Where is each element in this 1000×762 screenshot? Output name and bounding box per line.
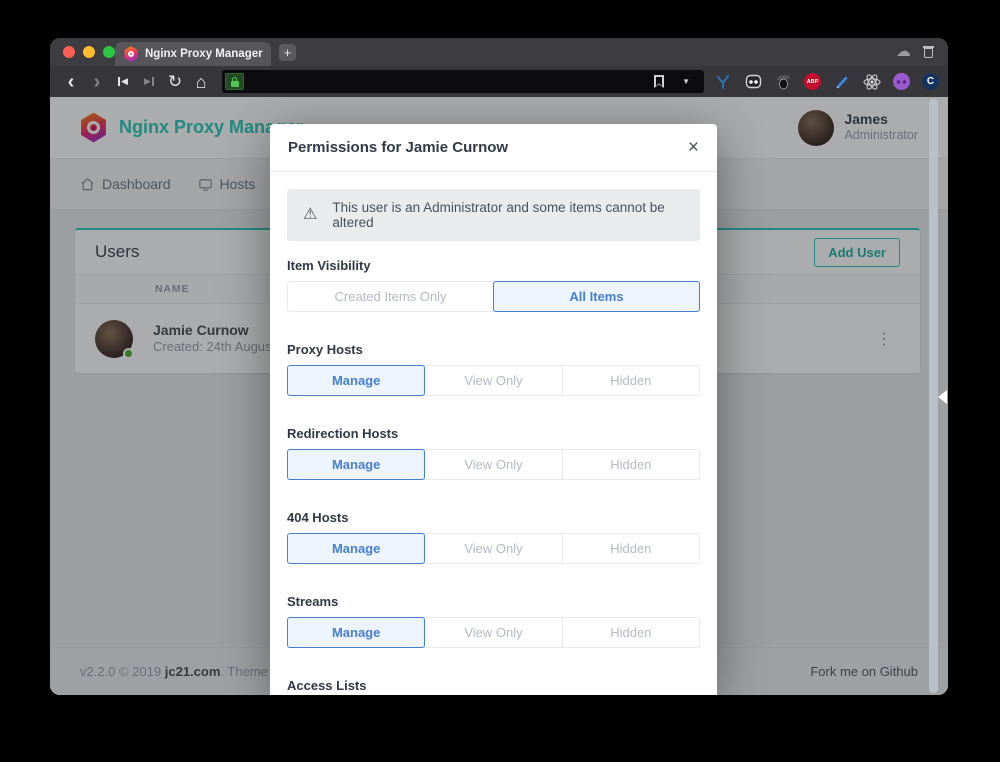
redirection-hosts-view-only-button[interactable]: View Only (424, 449, 562, 480)
https-lock-icon[interactable] (225, 73, 244, 90)
trash-icon[interactable] (923, 45, 934, 58)
warning-icon: ⚠ (303, 207, 317, 223)
admin-alert: ⚠ This user is an Administrator and some… (287, 189, 700, 241)
proxy-hosts-manage-button[interactable]: Manage (287, 365, 425, 396)
redirection-hosts-manage-button[interactable]: Manage (287, 449, 425, 480)
streams-hidden-button[interactable]: Hidden (562, 617, 700, 648)
page-scrollbar[interactable] (929, 99, 938, 693)
edge-arrow-icon (938, 390, 947, 404)
containers-extension-icon[interactable] (744, 73, 762, 91)
section-label: Proxy Hosts (287, 342, 700, 357)
pen-extension-icon[interactable] (833, 73, 851, 91)
close-window-button[interactable] (63, 46, 75, 58)
minimize-window-button[interactable] (83, 46, 95, 58)
streams-view-only-button[interactable]: View Only (424, 617, 562, 648)
new-tab-button[interactable]: + (279, 44, 296, 61)
redirection-hosts-section: Redirection Hosts Manage View Only Hidde… (287, 426, 700, 480)
browser-window: Nginx Proxy Manager + ☁ ‹ › ◀ ▶ ↻ ⌂ ▼ (50, 38, 948, 695)
section-label: Access Lists (287, 678, 700, 693)
streams-manage-button[interactable]: Manage (287, 617, 425, 648)
devtools-fork-extension-icon[interactable] (714, 73, 732, 91)
back-button[interactable]: ‹ (58, 72, 84, 92)
browser-toolbar: ‹ › ◀ ▶ ↻ ⌂ ▼ ABP (50, 66, 948, 97)
section-label: Streams (287, 594, 700, 609)
access-lists-section: Access Lists Manage View Only Hidden (287, 678, 700, 695)
gnome-foot-extension-icon[interactable] (774, 73, 792, 91)
404-hosts-manage-button[interactable]: Manage (287, 533, 425, 564)
bookmark-dropdown-caret-icon[interactable]: ▼ (682, 70, 690, 93)
adblock-plus-extension-icon[interactable]: ABP (804, 73, 821, 90)
section-label: Redirection Hosts (287, 426, 700, 441)
sync-cloud-icon[interactable]: ☁ (896, 44, 911, 59)
proxy-hosts-section: Proxy Hosts Manage View Only Hidden (287, 342, 700, 396)
atom-devtools-extension-icon[interactable] (863, 73, 881, 91)
home-button[interactable]: ⌂ (188, 73, 214, 91)
visibility-all-items-button[interactable]: All Items (493, 281, 700, 312)
proxy-hosts-view-only-button[interactable]: View Only (424, 365, 562, 396)
proxy-hosts-hidden-button[interactable]: Hidden (562, 365, 700, 396)
404-hosts-hidden-button[interactable]: Hidden (562, 533, 700, 564)
bookmark-icon[interactable] (654, 75, 664, 88)
skip-to-end-button[interactable]: ▶ (136, 77, 162, 86)
tab-title: Nginx Proxy Manager (145, 48, 263, 60)
url-bar[interactable]: ▼ (222, 70, 704, 93)
item-visibility-label: Item Visibility (287, 258, 700, 273)
redirection-hosts-hidden-button[interactable]: Hidden (562, 449, 700, 480)
page-viewport: Nginx Proxy Manager James Administrator … (50, 97, 948, 695)
alert-text: This user is an Administrator and some i… (332, 200, 684, 230)
skip-to-start-button[interactable]: ◀ (110, 77, 136, 86)
modal-close-button[interactable]: × (688, 138, 699, 157)
zoom-window-button[interactable] (103, 46, 115, 58)
404-hosts-section: 404 Hosts Manage View Only Hidden (287, 510, 700, 564)
404-hosts-view-only-button[interactable]: View Only (424, 533, 562, 564)
purple-extension-icon[interactable] (893, 73, 910, 90)
section-label: 404 Hosts (287, 510, 700, 525)
permissions-modal: Permissions for Jamie Curnow × ⚠ This us… (270, 124, 717, 695)
item-visibility-section: Item Visibility Created Items Only All I… (287, 258, 700, 312)
browser-tab[interactable]: Nginx Proxy Manager (115, 42, 271, 66)
traffic-lights (63, 46, 115, 58)
streams-section: Streams Manage View Only Hidden (287, 594, 700, 648)
reload-button[interactable]: ↻ (162, 73, 188, 90)
visibility-created-items-button[interactable]: Created Items Only (287, 281, 494, 312)
modal-title: Permissions for Jamie Curnow (288, 139, 508, 156)
blue-c-extension-icon[interactable]: C (922, 73, 939, 90)
favicon (124, 46, 138, 62)
title-bar: Nginx Proxy Manager + ☁ (50, 38, 948, 66)
forward-button[interactable]: › (84, 72, 110, 92)
